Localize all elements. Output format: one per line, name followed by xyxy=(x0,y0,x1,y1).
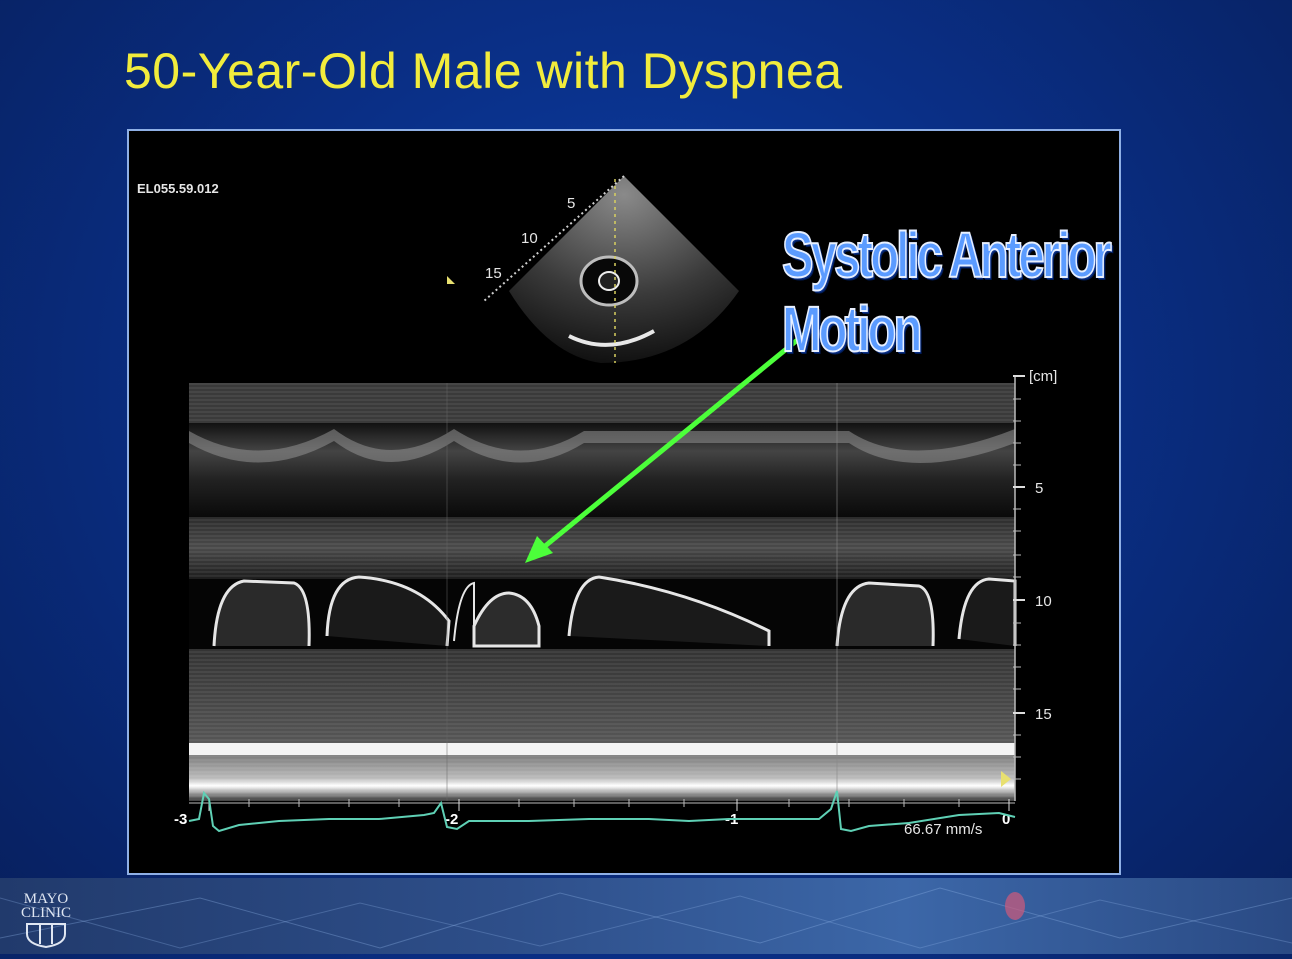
footer-bar xyxy=(0,878,1292,954)
shield-logo-icon xyxy=(26,923,66,949)
sam-annotation: Systolic Anterior Motion xyxy=(781,218,1112,366)
sector-depth-5: 5 xyxy=(567,195,575,212)
depth-tick-10: 10 xyxy=(1035,593,1052,610)
depth-tick-5: 5 xyxy=(1035,480,1043,497)
sweep-speed-label: 66.67 mm/s xyxy=(904,821,982,838)
logo-line-1: MAYO xyxy=(23,891,69,907)
m-mode-trace xyxy=(189,383,1017,801)
logo-line-2: CLINIC xyxy=(21,905,71,921)
depth-unit-label: [cm] xyxy=(1029,368,1057,385)
depth-axis xyxy=(1013,375,1025,801)
footer-texture xyxy=(0,887,1292,949)
time-tick-minus-3: -3 xyxy=(174,811,187,828)
sector-depth-15: 15 xyxy=(485,265,502,282)
sector-depth-10: 10 xyxy=(521,230,538,247)
mayo-clinic-logo: MAYO CLINIC xyxy=(12,892,80,951)
depth-tick-15: 15 xyxy=(1035,706,1052,723)
study-id: EL055.59.012 xyxy=(137,181,219,196)
slide-title: 50-Year-Old Male with Dyspnea xyxy=(124,43,843,99)
